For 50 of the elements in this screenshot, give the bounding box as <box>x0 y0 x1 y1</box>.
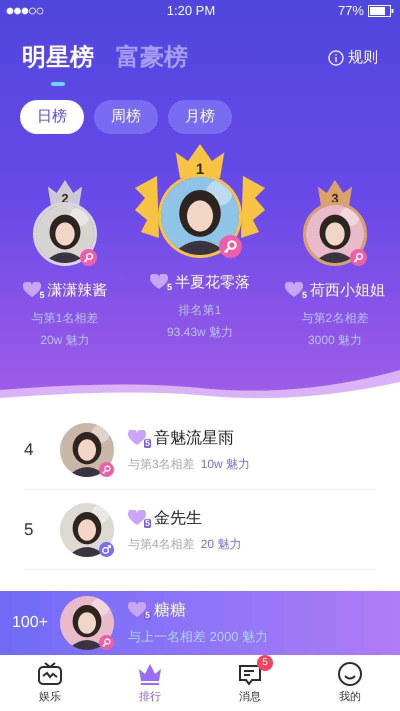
gap-label: 与第4名相差 <box>128 536 195 552</box>
rank-number: 100+ <box>12 613 50 633</box>
charm-value: 20 魅力 <box>200 536 242 552</box>
level-badge: 5 <box>144 438 151 448</box>
gap-label: 与第2名相差 <box>302 310 368 326</box>
level-badge: 5 <box>166 283 173 292</box>
ranking-tab[interactable]: 明星榜 <box>22 40 94 86</box>
period-tab[interactable]: 周榜 <box>94 100 158 134</box>
unread-badge: 5 <box>257 654 273 671</box>
rank-crown: 1 <box>173 144 227 178</box>
heart-icon <box>285 282 303 298</box>
gap-text: 与上一名相差 2000 魅力 <box>128 628 268 646</box>
user-name: 潇潇辣酱 <box>48 281 108 301</box>
charm-value: 10w 魅力 <box>200 456 250 472</box>
gap-label: 与第1名相差 <box>32 310 98 326</box>
battery-percent: 77% <box>338 2 364 20</box>
heart-icon <box>128 602 146 618</box>
user-name: 糖糖 <box>154 600 186 622</box>
nav-tab[interactable]: 5 消息 <box>200 655 300 711</box>
charm-value: 3000 魅力 <box>308 332 362 348</box>
smile-icon <box>337 660 363 687</box>
signal-icon <box>6 7 44 15</box>
heart-icon <box>128 430 146 446</box>
level-badge: 5 <box>144 611 151 620</box>
charm-value: 93.43w 魅力 <box>166 324 234 340</box>
info-icon <box>328 50 344 66</box>
gap-label: 排名第1 <box>178 302 222 318</box>
level-badge: 5 <box>144 518 151 528</box>
heart-icon <box>128 510 146 526</box>
gap-label: 与第3名相差 <box>128 456 195 472</box>
nav-tab[interactable]: 排行 <box>100 655 200 711</box>
user-name: 音魅流星雨 <box>154 428 234 448</box>
period-tab[interactable]: 月榜 <box>168 100 232 134</box>
level-badge: 5 <box>38 291 46 300</box>
rules-button[interactable]: 规则 <box>328 46 378 80</box>
charm-value: 20w 魅力 <box>40 332 90 348</box>
nav-tab[interactable]: 娱乐 <box>0 655 100 711</box>
user-name: 半夏花零落 <box>175 273 250 293</box>
user-name: 荷西小姐姐 <box>310 281 385 301</box>
nav-tab[interactable]: 我的 <box>300 655 400 711</box>
battery-icon <box>368 5 394 17</box>
heart-icon <box>150 274 168 290</box>
user-name: 金先生 <box>154 508 202 528</box>
rank-number: 4 <box>24 438 34 461</box>
period-tab[interactable]: 日榜 <box>20 100 84 134</box>
tv-icon <box>37 660 63 687</box>
level-badge: 5 <box>300 291 308 300</box>
rank-number: 5 <box>24 518 34 541</box>
clock: 1:20 PM <box>166 2 216 20</box>
heart-icon <box>22 282 40 298</box>
